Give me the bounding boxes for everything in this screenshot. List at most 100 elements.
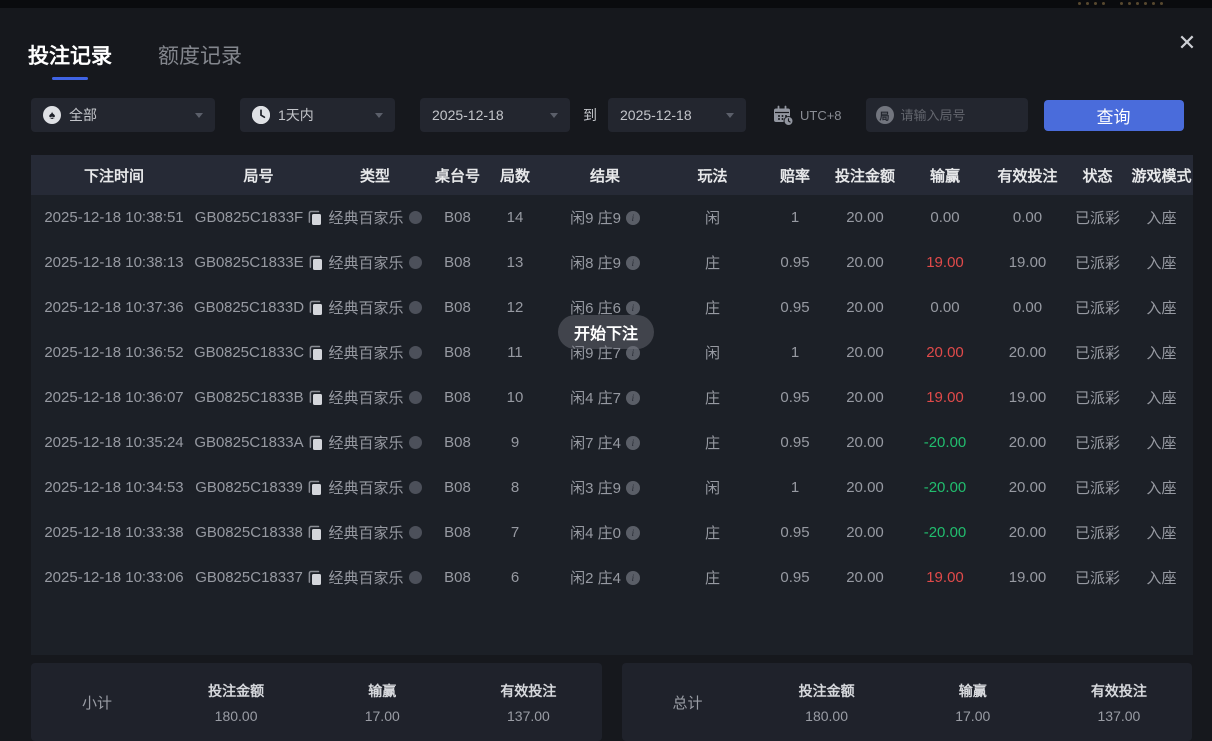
- video-dot-icon: [408, 301, 422, 314]
- video-dot-icon: [408, 346, 422, 359]
- date-to-value: 2025-12-18: [620, 107, 692, 123]
- status-cell: 已派彩: [1074, 210, 1120, 227]
- subtotal-card: 小计 投注金额 180.00 输赢 17.00 有效投注 137.00: [31, 663, 602, 741]
- bet-time-cell: 2025-12-18 10:33:38: [44, 524, 184, 541]
- total-bet-label: 投注金额: [798, 682, 855, 699]
- table-no-cell: B08: [444, 569, 471, 586]
- bet-time-cell: 2025-12-18 10:37:36: [44, 299, 184, 316]
- col-header-odds: 赔率: [779, 167, 810, 185]
- odds-cell: 1: [790, 209, 800, 226]
- game-type-cell: 经典百家乐: [320, 477, 430, 498]
- valid-bet-cell: 20.00: [1008, 434, 1047, 451]
- round-id-value: GB0825C18337: [195, 569, 303, 586]
- status-cell: 已派彩: [1074, 255, 1120, 272]
- date-to-select[interactable]: 2025-12-18: [608, 98, 746, 132]
- total-bet-stat: 投注金额 180.00: [754, 681, 900, 724]
- table-row: 2025-12-18 10:38:51 GB0825C1833F 经典百家乐 B…: [31, 195, 1193, 240]
- table-body: 2025-12-18 10:38:51 GB0825C1833F 经典百家乐 B…: [31, 195, 1193, 600]
- table-no-cell: B08: [444, 299, 471, 316]
- bet-amount-cell: 20.00: [846, 299, 884, 316]
- valid-bet-cell: 19.00: [1008, 254, 1047, 271]
- round-id-value: GB0825C1833C: [193, 344, 305, 361]
- info-icon[interactable]: i: [625, 480, 640, 495]
- bet-time-cell: 2025-12-18 10:34:53: [44, 479, 184, 496]
- tab-betting-records[interactable]: 投注记录: [28, 40, 112, 80]
- tab-quota-records[interactable]: 额度记录: [158, 40, 242, 80]
- game-mode-cell: 入座: [1146, 300, 1177, 317]
- bet-amount-cell: 20.00: [846, 434, 884, 451]
- round-id-value: GB0825C1833F: [194, 209, 304, 226]
- valid-bet-cell: 20.00: [1008, 524, 1047, 541]
- status-cell: 已派彩: [1074, 345, 1120, 362]
- col-header-play: 玩法: [697, 167, 728, 185]
- records-table: 下注时间 局号 类型 桌台号 局数 结果 玩法 赔率 投注金额 输赢 有效投注 …: [31, 155, 1193, 655]
- round-id-cell: GB0825C1833A: [194, 434, 322, 451]
- info-icon[interactable]: i: [625, 525, 640, 540]
- table-no-cell: B08: [444, 254, 471, 271]
- game-type-select[interactable]: ♠ 全部: [31, 98, 215, 132]
- odds-cell: 0.95: [780, 569, 810, 586]
- video-dot-icon: [408, 571, 422, 584]
- round-id-value: GB0825C18339: [195, 479, 303, 496]
- date-from-select[interactable]: 2025-12-18: [420, 98, 570, 132]
- background-dots: [1078, 2, 1081, 5]
- video-dot-icon: [408, 256, 422, 269]
- video-dot-icon: [408, 481, 422, 494]
- valid-bet-cell: 0.00: [1012, 209, 1043, 226]
- game-type-value: 经典百家乐: [328, 345, 404, 362]
- table-no-cell: B08: [444, 344, 471, 361]
- total-valid-label: 有效投注: [1090, 682, 1147, 699]
- total-win-stat: 输赢 17.00: [900, 681, 1046, 724]
- subtotal-label: 小计: [81, 694, 112, 712]
- table-row: 2025-12-18 10:38:13 GB0825C1833E 经典百家乐 B…: [31, 240, 1193, 285]
- result-value: 闲4 庄7: [570, 390, 621, 407]
- time-range-select[interactable]: 1天内: [240, 98, 395, 132]
- game-type-cell: 经典百家乐: [320, 252, 430, 273]
- result-cell: 闲8 庄9 i: [545, 252, 665, 273]
- bet-amount-cell: 20.00: [846, 389, 884, 406]
- win-loss-cell: 0.00: [930, 209, 960, 226]
- result-value: 闲2 庄4: [570, 570, 621, 587]
- game-type-value: 经典百家乐: [328, 435, 404, 452]
- chevron-down-icon: [375, 112, 383, 118]
- close-icon[interactable]: ✕: [1172, 28, 1202, 58]
- spade-icon: ♠: [43, 106, 61, 124]
- round-id-value: GB0825C1833E: [194, 254, 304, 271]
- win-loss-cell: -20.00: [923, 434, 967, 451]
- result-cell: 闲3 庄9 i: [545, 477, 665, 498]
- table-no-cell: B08: [444, 389, 471, 406]
- subtotal-bet-stat: 投注金额 180.00: [163, 681, 309, 724]
- chevron-down-icon: [726, 112, 734, 118]
- info-icon[interactable]: i: [625, 570, 640, 585]
- col-header-round-id: 局号: [243, 167, 274, 185]
- subtotal-valid-value: 137.00: [507, 707, 550, 724]
- col-header-win-loss: 输赢: [929, 167, 960, 185]
- info-icon[interactable]: i: [625, 300, 640, 315]
- play-cell: 庄: [704, 390, 720, 407]
- table-row: 2025-12-18 10:35:24 GB0825C1833A 经典百家乐 B…: [31, 420, 1193, 465]
- game-type-cell: 经典百家乐: [320, 432, 430, 453]
- round-id-input-box[interactable]: 局: [865, 98, 1028, 132]
- info-icon[interactable]: i: [625, 210, 640, 225]
- round-id-cell: GB0825C1833B: [194, 389, 322, 406]
- win-loss-cell: -20.00: [923, 479, 967, 496]
- game-mode-cell: 入座: [1146, 210, 1177, 227]
- col-header-valid-bet: 有效投注: [997, 167, 1058, 185]
- date-from-value: 2025-12-18: [432, 107, 504, 123]
- game-type-value: 经典百家乐: [328, 300, 404, 317]
- calendar-clock-icon[interactable]: [772, 105, 794, 126]
- bet-time-cell: 2025-12-18 10:36:07: [44, 389, 184, 406]
- game-mode-cell: 入座: [1146, 345, 1177, 362]
- tab-quota-records-label: 额度记录: [158, 45, 242, 68]
- table-row: 2025-12-18 10:33:06 GB0825C18337 经典百家乐 B…: [31, 555, 1193, 600]
- info-icon[interactable]: i: [625, 435, 640, 450]
- info-icon[interactable]: i: [625, 390, 640, 405]
- table-header-row: 下注时间 局号 类型 桌台号 局数 结果 玩法 赔率 投注金额 输赢 有效投注 …: [31, 155, 1193, 195]
- table-no-cell: B08: [444, 209, 471, 226]
- round-no-cell: 14: [506, 209, 524, 226]
- round-id-input[interactable]: [900, 107, 1018, 123]
- status-cell: 已派彩: [1074, 525, 1120, 542]
- info-icon[interactable]: i: [625, 255, 640, 270]
- play-cell: 庄: [704, 300, 720, 317]
- search-button[interactable]: 查询: [1043, 99, 1184, 131]
